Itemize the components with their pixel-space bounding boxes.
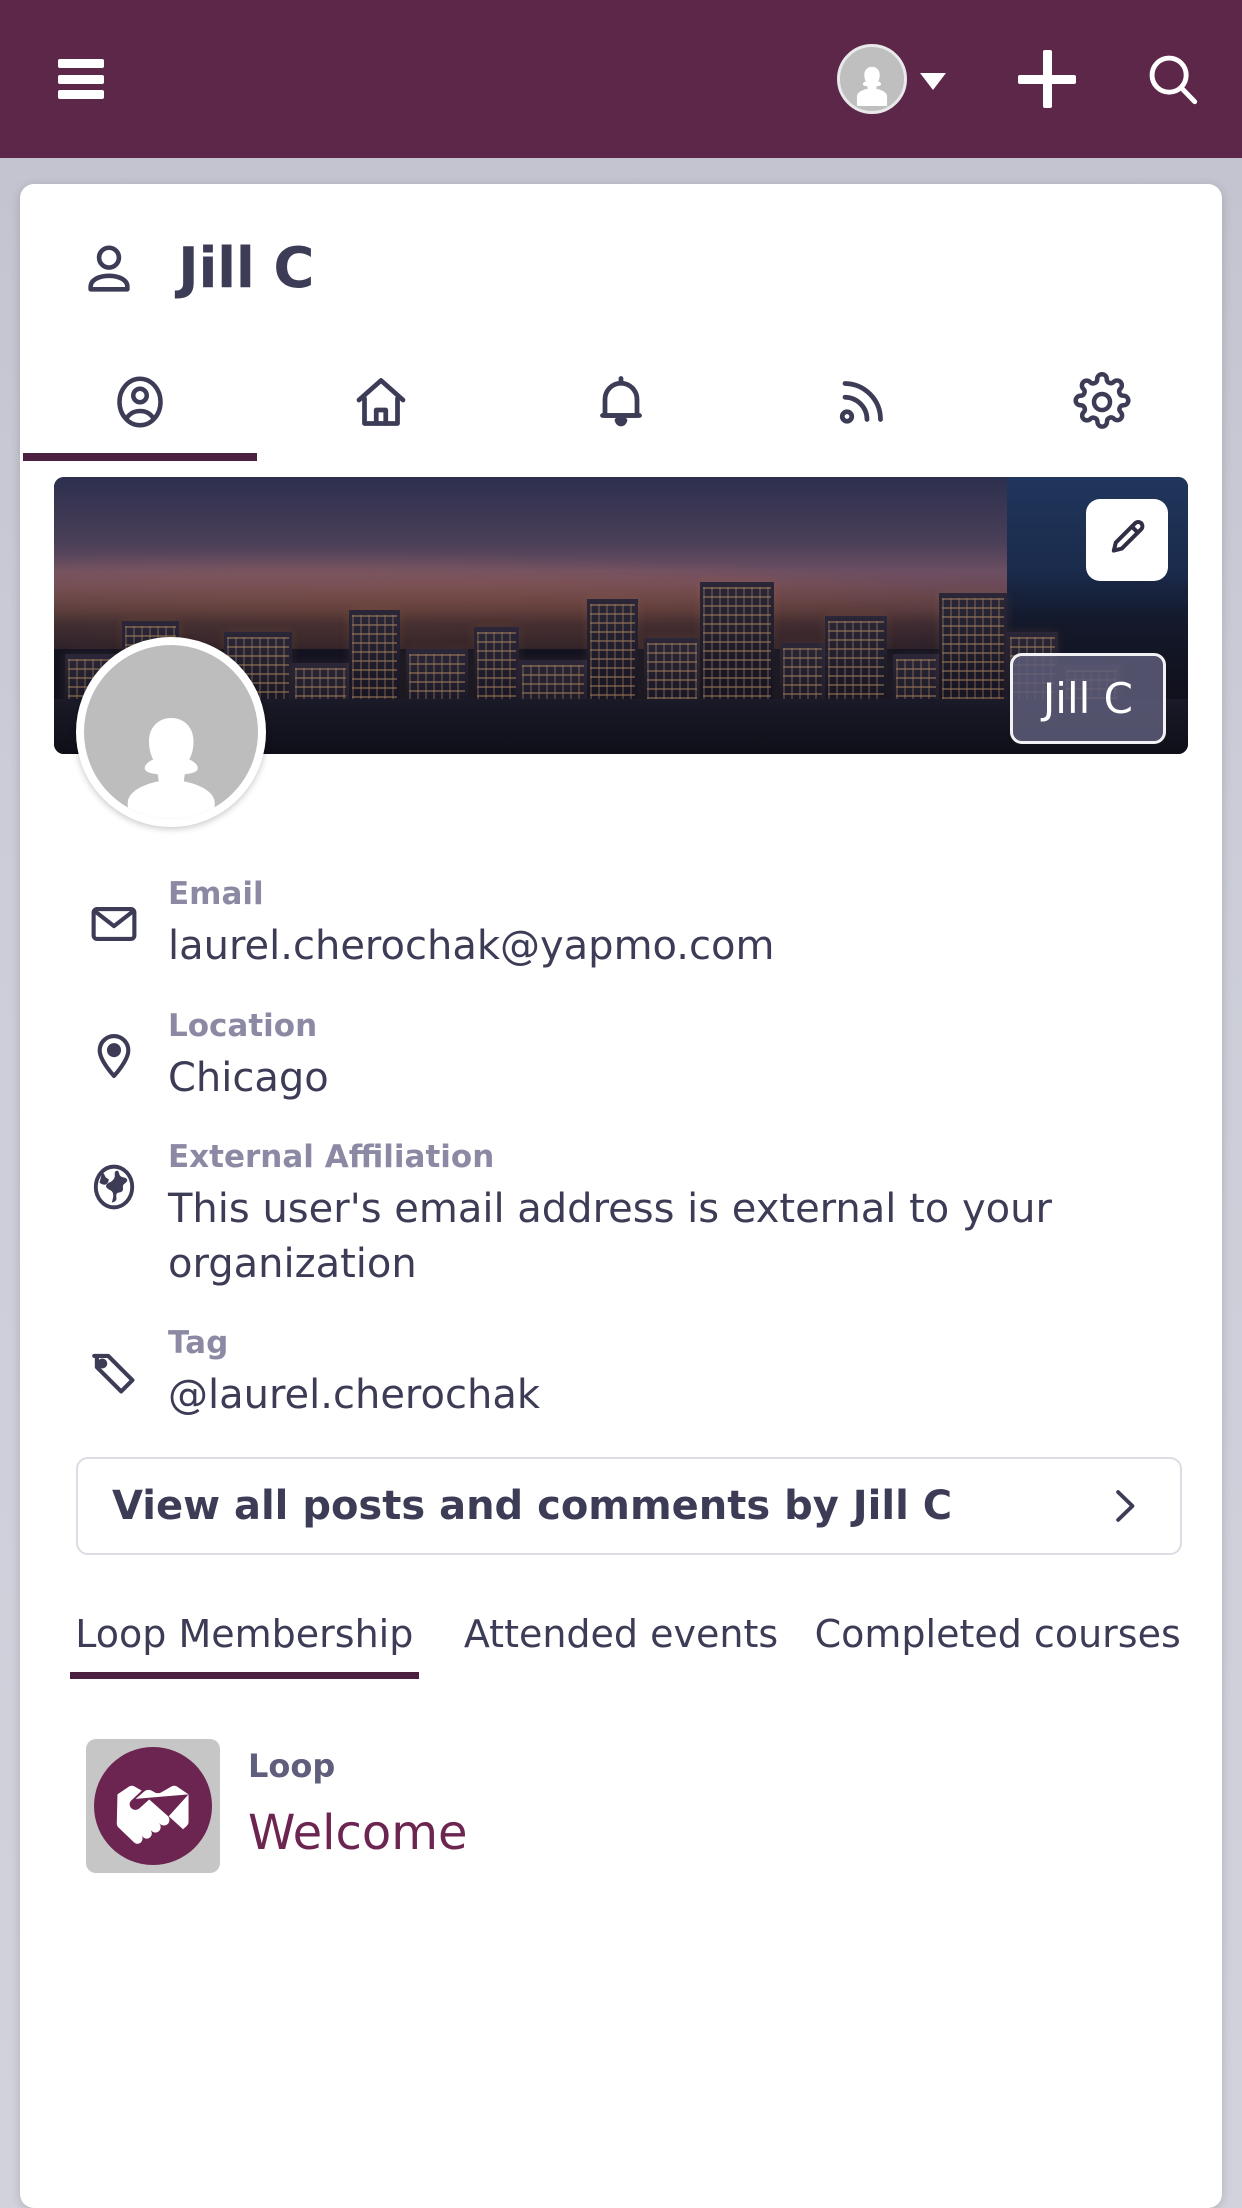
menu-bar-3 [58, 90, 104, 99]
info-value: laurel.cherochak@yapmo.com [168, 923, 775, 970]
profile-info-list: Email laurel.cherochak@yapmo.com Locatio… [20, 876, 1222, 1423]
chevron-down-icon [920, 72, 946, 90]
profile-card: Jill C Jill C Email laurel.cherochak@yap… [20, 184, 1222, 2208]
avatar-person-icon [127, 718, 215, 819]
chevron-right-icon [1102, 1484, 1146, 1528]
info-body: External Affiliation This user's email a… [168, 1139, 1068, 1291]
info-row-external-affiliation: External Affiliation This user's email a… [82, 1139, 1162, 1291]
gear-icon [1073, 372, 1131, 429]
profile-circle-icon [117, 376, 163, 428]
envelope-icon [82, 876, 146, 950]
app-screen: Jill C Jill C Email laurel.cherochak@yap… [0, 0, 1242, 2208]
info-label: Location [168, 1007, 318, 1044]
info-body: Tag @laurel.cherochak [168, 1325, 540, 1423]
pencil-icon [1111, 519, 1145, 553]
list-item[interactable]: Loop Welcome [64, 1719, 1182, 1874]
handshake-icon [116, 1785, 189, 1844]
info-label: Tag [168, 1325, 229, 1362]
tab-loop-membership[interactable]: Loop Membership [56, 1611, 433, 1680]
info-value: This user's email address is external to… [168, 1186, 1052, 1287]
info-value: Chicago [168, 1054, 329, 1101]
cover-photo-area: Jill C [54, 477, 1188, 827]
tab-completed-courses[interactable]: Completed courses [809, 1611, 1186, 1679]
location-pin-icon [82, 1008, 146, 1082]
rss-feed-icon [840, 381, 884, 424]
page-title: Jill C [178, 236, 315, 301]
info-label: External Affiliation [168, 1139, 495, 1176]
view-all-posts-button[interactable]: View all posts and comments by Jill C [76, 1456, 1182, 1555]
loop-membership-list: Loop Welcome [64, 1719, 1182, 1874]
loop-thumbnail-circle [94, 1747, 212, 1866]
avatar[interactable] [76, 637, 266, 827]
bell-icon [600, 376, 642, 427]
info-value: @laurel.cherochak [168, 1372, 540, 1419]
info-row-location: Location Chicago [82, 1008, 1162, 1106]
person-icon [80, 238, 138, 300]
globe-icon [82, 1139, 146, 1213]
icon-tab-bar [20, 343, 1222, 461]
loop-name: Welcome [248, 1805, 468, 1862]
tab-notifications[interactable] [501, 343, 741, 461]
add-icon[interactable] [1018, 50, 1076, 108]
tab-home[interactable] [260, 343, 500, 461]
menu-bar-1 [58, 59, 104, 68]
header-avatar-icon [837, 44, 907, 114]
page-title-row: Jill C [20, 184, 1222, 301]
info-body: Location Chicago [168, 1008, 329, 1106]
header-actions [837, 44, 1204, 114]
tab-profile[interactable] [20, 343, 260, 461]
menu-bar-2 [58, 74, 104, 84]
loop-thumbnail [86, 1739, 220, 1874]
tag-icon [82, 1325, 146, 1399]
loop-meta: Loop Welcome [248, 1739, 468, 1860]
search-icon[interactable] [1142, 48, 1204, 110]
info-row-email: Email laurel.cherochak@yapmo.com [82, 876, 1162, 974]
tab-settings[interactable] [982, 343, 1222, 461]
account-menu-button[interactable] [837, 44, 946, 114]
content-tab-bar: Loop Membership Attended events Complete… [56, 1611, 1186, 1680]
cover-name-badge[interactable]: Jill C [1009, 653, 1166, 744]
tab-attended-events[interactable]: Attended events [433, 1611, 810, 1679]
home-icon [356, 378, 405, 426]
tab-feed[interactable] [741, 343, 981, 461]
edit-cover-button[interactable] [1086, 499, 1168, 581]
menu-icon[interactable] [58, 59, 104, 99]
info-label: Email [168, 876, 264, 912]
info-row-tag: Tag @laurel.cherochak [82, 1325, 1162, 1423]
app-header [0, 0, 1242, 158]
view-all-posts-label: View all posts and comments by Jill C [112, 1482, 953, 1529]
loop-kind-label: Loop [248, 1747, 336, 1786]
info-body: Email laurel.cherochak@yapmo.com [168, 876, 774, 974]
